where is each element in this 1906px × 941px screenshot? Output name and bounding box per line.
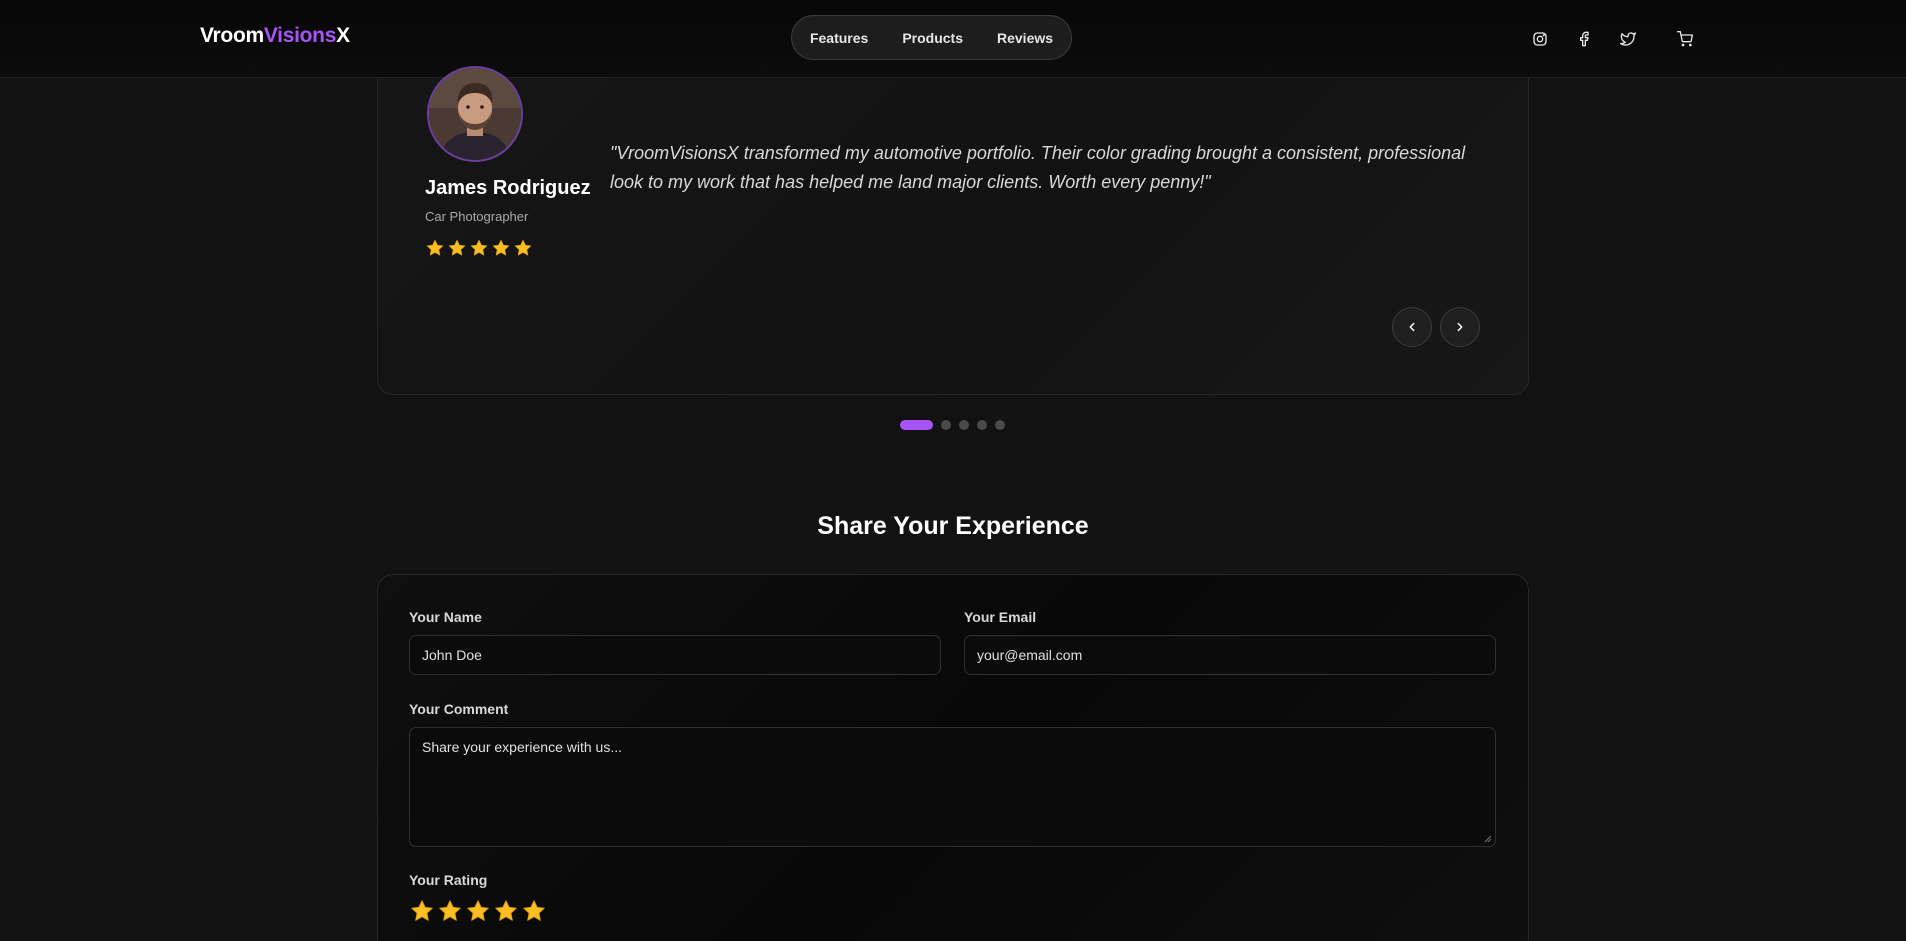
rating-label: Your Rating <box>409 872 488 888</box>
star-icon <box>491 238 511 258</box>
comment-textarea[interactable]: Share your experience with us... <box>409 727 1496 847</box>
testimonial-rating <box>425 238 533 258</box>
name-input-placeholder: John Doe <box>422 647 482 663</box>
carousel-dot[interactable] <box>995 420 1005 430</box>
main-nav: Features Products Reviews <box>791 15 1072 60</box>
carousel-pagination <box>900 420 1005 430</box>
cart-icon[interactable] <box>1674 28 1696 50</box>
nav-link-products[interactable]: Products <box>902 30 963 46</box>
brand-logo[interactable]: VroomVisionsX <box>200 24 350 48</box>
top-navigation-bar: VroomVisionsX Features Products Reviews <box>0 0 1906 78</box>
avatar <box>427 66 523 162</box>
star-icon[interactable] <box>465 898 491 924</box>
nav-link-features[interactable]: Features <box>810 30 868 46</box>
facebook-icon[interactable] <box>1573 28 1595 50</box>
resize-handle-icon[interactable] <box>1484 835 1492 843</box>
testimonial-quote: "VroomVisionsX transformed my automotive… <box>610 143 1466 192</box>
chevron-right-icon <box>1457 322 1463 332</box>
star-icon[interactable] <box>521 898 547 924</box>
next-testimonial-button[interactable] <box>1440 307 1480 347</box>
testimonial-author-name: James Rodriguez <box>425 177 591 199</box>
comment-label: Your Comment <box>409 701 509 717</box>
carousel-dot[interactable] <box>941 420 951 430</box>
testimonial-author-role: Car Photographer <box>425 209 529 224</box>
nav-link-reviews[interactable]: Reviews <box>997 30 1053 46</box>
star-icon[interactable] <box>493 898 519 924</box>
instagram-icon[interactable] <box>1529 28 1551 50</box>
testimonial-card <box>377 40 1529 395</box>
star-icon[interactable] <box>409 898 435 924</box>
star-icon <box>469 238 489 258</box>
previous-testimonial-button[interactable] <box>1392 307 1432 347</box>
comment-placeholder: Share your experience with us... <box>422 739 622 755</box>
star-icon <box>513 238 533 258</box>
email-input[interactable]: your@email.com <box>964 635 1496 675</box>
carousel-dot[interactable] <box>900 420 933 430</box>
star-icon <box>425 238 445 258</box>
star-icon[interactable] <box>437 898 463 924</box>
rating-input[interactable] <box>409 898 547 924</box>
name-label: Your Name <box>409 609 482 625</box>
chevron-left-icon <box>1409 322 1415 332</box>
twitter-icon[interactable] <box>1617 28 1639 50</box>
carousel-dot[interactable] <box>959 420 969 430</box>
carousel-dot[interactable] <box>977 420 987 430</box>
email-input-placeholder: your@email.com <box>977 647 1083 663</box>
share-section-title: Share Your Experience <box>817 512 1089 540</box>
name-input[interactable]: John Doe <box>409 635 941 675</box>
email-label: Your Email <box>964 609 1037 625</box>
star-icon <box>447 238 467 258</box>
